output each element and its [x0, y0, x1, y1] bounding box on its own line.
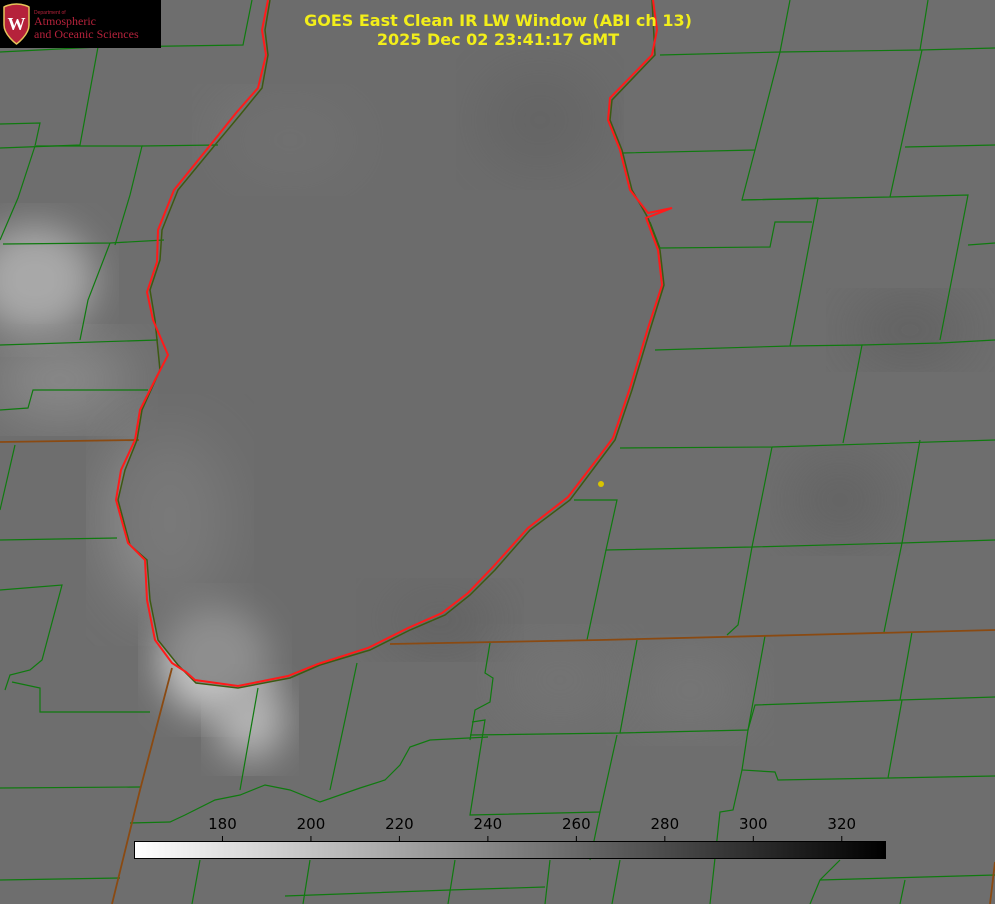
cold-cloud-patch [630, 650, 750, 730]
logo-line-2: and Oceanic Sciences [34, 27, 139, 41]
location-marker [598, 481, 604, 487]
map-canvas [0, 0, 995, 904]
image-title: GOES East Clean IR LW Window (ABI ch 13) [304, 11, 692, 30]
warm-patch [790, 460, 890, 540]
uw-aos-logo: W Department of Atmospheric and Oceanic … [0, 0, 161, 48]
satellite-map: W Department of Atmospheric and Oceanic … [0, 0, 995, 904]
warm-patch [850, 300, 970, 360]
cold-cloud-patch [215, 680, 285, 760]
colorbar [134, 841, 886, 859]
crest-letter: W [8, 14, 26, 34]
cold-cloud-patch [500, 640, 620, 720]
image-timestamp: 2025 Dec 02 23:41:17 GMT [376, 30, 620, 49]
uw-crest-icon: W [3, 3, 30, 45]
